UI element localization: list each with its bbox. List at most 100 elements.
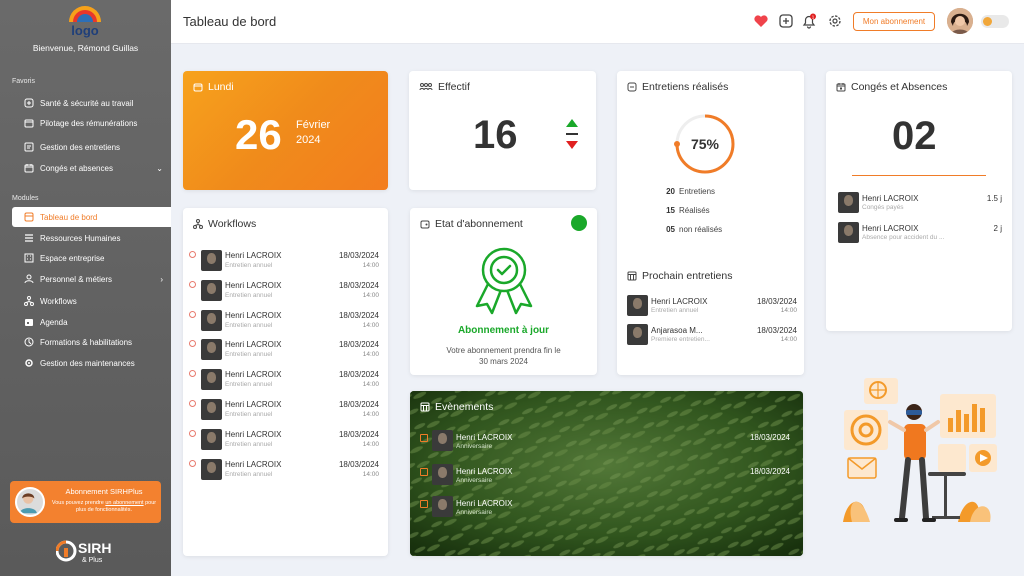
entretiens-card[interactable]: Entretiens réalisés 75% 20 Entretiens 15 R… bbox=[617, 71, 804, 375]
sidebar-item-entreprise[interactable]: Espace entreprise bbox=[12, 248, 171, 268]
year: 2024 bbox=[296, 134, 321, 146]
favoris-section-label: Favoris bbox=[12, 78, 35, 85]
gift-icon bbox=[420, 468, 428, 476]
promo-avatar bbox=[15, 487, 45, 517]
sidebar-item-remunerations[interactable]: Pilotage des rémunérations bbox=[12, 113, 171, 133]
list-item[interactable]: Henri LACROIX Entretien annuel 18/03/202… bbox=[627, 295, 797, 319]
sidebar-item-label: Tableau de bord bbox=[40, 212, 98, 222]
sidebar-item-tableau-de-bord[interactable]: Tableau de bord bbox=[12, 207, 171, 227]
add-icon[interactable] bbox=[778, 13, 794, 29]
avatar bbox=[201, 309, 222, 331]
avatar bbox=[838, 192, 859, 213]
gift-icon bbox=[420, 500, 428, 508]
status-icon bbox=[189, 429, 196, 437]
subscription-button[interactable]: Mon abonnement bbox=[853, 12, 935, 31]
logo-icon[interactable]: logo bbox=[63, 6, 107, 38]
status-icon bbox=[189, 280, 196, 288]
theme-toggle[interactable] bbox=[981, 15, 1009, 28]
event-item[interactable]: Henri LACROIX Anniversaire bbox=[420, 496, 790, 520]
calendar-icon bbox=[193, 83, 203, 92]
card-title: Prochain entretiens bbox=[642, 270, 733, 282]
sidebar-item-label: Congés et absences bbox=[40, 163, 113, 173]
card-title: Effectif bbox=[438, 81, 470, 93]
status-icon bbox=[189, 459, 196, 467]
evenements-card[interactable]: Evènements Henri LACROIX Anniversaire 18… bbox=[410, 391, 803, 556]
sidebar-item-label: Pilotage des rémunérations bbox=[40, 118, 138, 128]
wallet-icon bbox=[24, 119, 34, 128]
conges-card[interactable]: Congés et Absences 02 Henri LACROIX Cong… bbox=[826, 71, 1012, 331]
stat-non-realises: 05 non réalisés bbox=[666, 225, 723, 234]
subscription-promo[interactable]: Abonnement SIRHPlus Vous pouvez prendre … bbox=[10, 481, 161, 523]
avatar bbox=[627, 324, 648, 345]
promo-link[interactable]: un abonnement bbox=[105, 500, 143, 506]
list-item[interactable]: Henri LACROIX Congés payés 1.5 j bbox=[838, 192, 1002, 216]
day-number: 26 bbox=[235, 111, 282, 158]
dashboard-illustration bbox=[843, 378, 997, 522]
divider bbox=[852, 175, 986, 176]
sidebar-item-entretiens[interactable]: Gestion des entretiens bbox=[12, 137, 171, 157]
list-item[interactable]: Henri LACROIX Entretien annuel 18/03/2024 1… bbox=[189, 428, 379, 455]
effectif-card[interactable]: Effectif 16 bbox=[409, 71, 596, 190]
dashboard-icon bbox=[24, 212, 34, 222]
list-item[interactable]: Henri LACROIX Entretien annuel 18/03/2024 1… bbox=[189, 369, 379, 395]
maintenance-icon bbox=[25, 359, 33, 367]
bell-icon[interactable]: 1 bbox=[801, 13, 817, 29]
event-item[interactable]: Henri LACROIX Anniversaire 18/03/2024 bbox=[420, 464, 790, 488]
avatar bbox=[838, 222, 859, 243]
avatar bbox=[432, 430, 453, 451]
sidebar-item-personnel[interactable]: Personnel & métiers › bbox=[12, 269, 171, 289]
chevron-right-icon[interactable]: › bbox=[160, 275, 163, 284]
trend-indicator-icon bbox=[566, 119, 578, 149]
workflows-card[interactable]: Workflows Henri LACROIX Entretien annuel 1… bbox=[183, 208, 388, 556]
stat-entretiens: 20 Entretiens bbox=[666, 187, 716, 196]
sidebar-item-maintenances[interactable]: Gestion des maintenances bbox=[12, 353, 171, 373]
avatar bbox=[201, 250, 222, 271]
status-icon bbox=[189, 310, 196, 318]
card-title: Etat d'abonnement bbox=[435, 218, 523, 230]
brand-sub: & Plus bbox=[82, 557, 103, 564]
sidebar-item-label: Gestion des maintenances bbox=[40, 358, 135, 368]
sidebar-item-rh[interactable]: Ressources Humaines bbox=[12, 228, 171, 248]
heart-icon[interactable] bbox=[753, 13, 769, 29]
list-item[interactable]: Henri LACROIX Entretien annuel 18/03/2024 1… bbox=[189, 339, 379, 365]
date-card: Lundi 26 Février 2024 bbox=[183, 71, 388, 190]
sidebar-item-label: Agenda bbox=[40, 317, 68, 327]
sidebar-item-label: Espace entreprise bbox=[40, 253, 105, 263]
status-icon bbox=[189, 340, 196, 348]
effectif-value: 16 bbox=[473, 113, 518, 157]
list-item[interactable]: Henri LACROIX Entretien annuel 18/03/2024 1… bbox=[189, 309, 379, 336]
people-icon bbox=[24, 274, 34, 284]
sidebar-item-agenda[interactable]: Agenda bbox=[12, 312, 171, 332]
abonnement-line1: Votre abonnement prendra fin le bbox=[446, 346, 561, 355]
logo-text: logo bbox=[71, 23, 98, 38]
card-title: Evènements bbox=[435, 401, 494, 413]
welcome-text: Bienvenue, Rémond Guillas bbox=[32, 43, 139, 53]
user-avatar[interactable] bbox=[947, 8, 973, 34]
list-item[interactable]: Henri LACROIX Entretien annuel 18/03/2024 1… bbox=[189, 279, 379, 306]
calendar-icon bbox=[627, 271, 637, 281]
stat-realises: 15 Réalisés bbox=[666, 206, 710, 215]
sidebar: logo Bienvenue, Rémond Guillas Favoris S… bbox=[0, 0, 171, 576]
sidebar-item-workflows[interactable]: Workflows bbox=[12, 291, 171, 311]
avatar bbox=[201, 428, 222, 450]
month-name: Février bbox=[296, 119, 331, 131]
page-title: Tableau de bord bbox=[183, 14, 277, 29]
hr-icon bbox=[25, 234, 33, 242]
list-item[interactable]: Henri LACROIX Entretien annuel 18/03/2024 1… bbox=[189, 250, 379, 276]
sidebar-item-formations[interactable]: Formations & habilitations bbox=[12, 332, 171, 352]
interview-icon bbox=[627, 82, 637, 92]
abonnement-card[interactable]: Etat d'abonnement Abonnement à jour Votr… bbox=[410, 208, 597, 375]
sidebar-item-sante[interactable]: Santé & sécurité au travail bbox=[12, 93, 171, 113]
gear-icon[interactable] bbox=[827, 13, 843, 29]
list-item[interactable]: Henri LACROIX Entretien annuel 18/03/2024 1… bbox=[189, 458, 379, 485]
sidebar-item-label: Gestion des entretiens bbox=[40, 142, 121, 152]
card-title: Entretiens réalisés bbox=[642, 81, 729, 93]
list-item[interactable]: Henri LACROIX Entretien annuel 18/03/2024 1… bbox=[189, 399, 379, 425]
list-item[interactable]: Anjarasoa M... Premiere entretien... 18/… bbox=[627, 324, 797, 348]
brand-logo: SIRH & Plus bbox=[56, 540, 111, 564]
sidebar-item-conges[interactable]: Congés et absences ⌄ bbox=[12, 158, 171, 178]
chevron-down-icon[interactable]: ⌄ bbox=[156, 164, 163, 173]
list-item[interactable]: Henri LACROIX Absence pour accident du .… bbox=[838, 222, 1002, 246]
event-item[interactable]: Henri LACROIX Anniversaire 18/03/2024 bbox=[420, 430, 790, 454]
avatar bbox=[201, 369, 222, 391]
